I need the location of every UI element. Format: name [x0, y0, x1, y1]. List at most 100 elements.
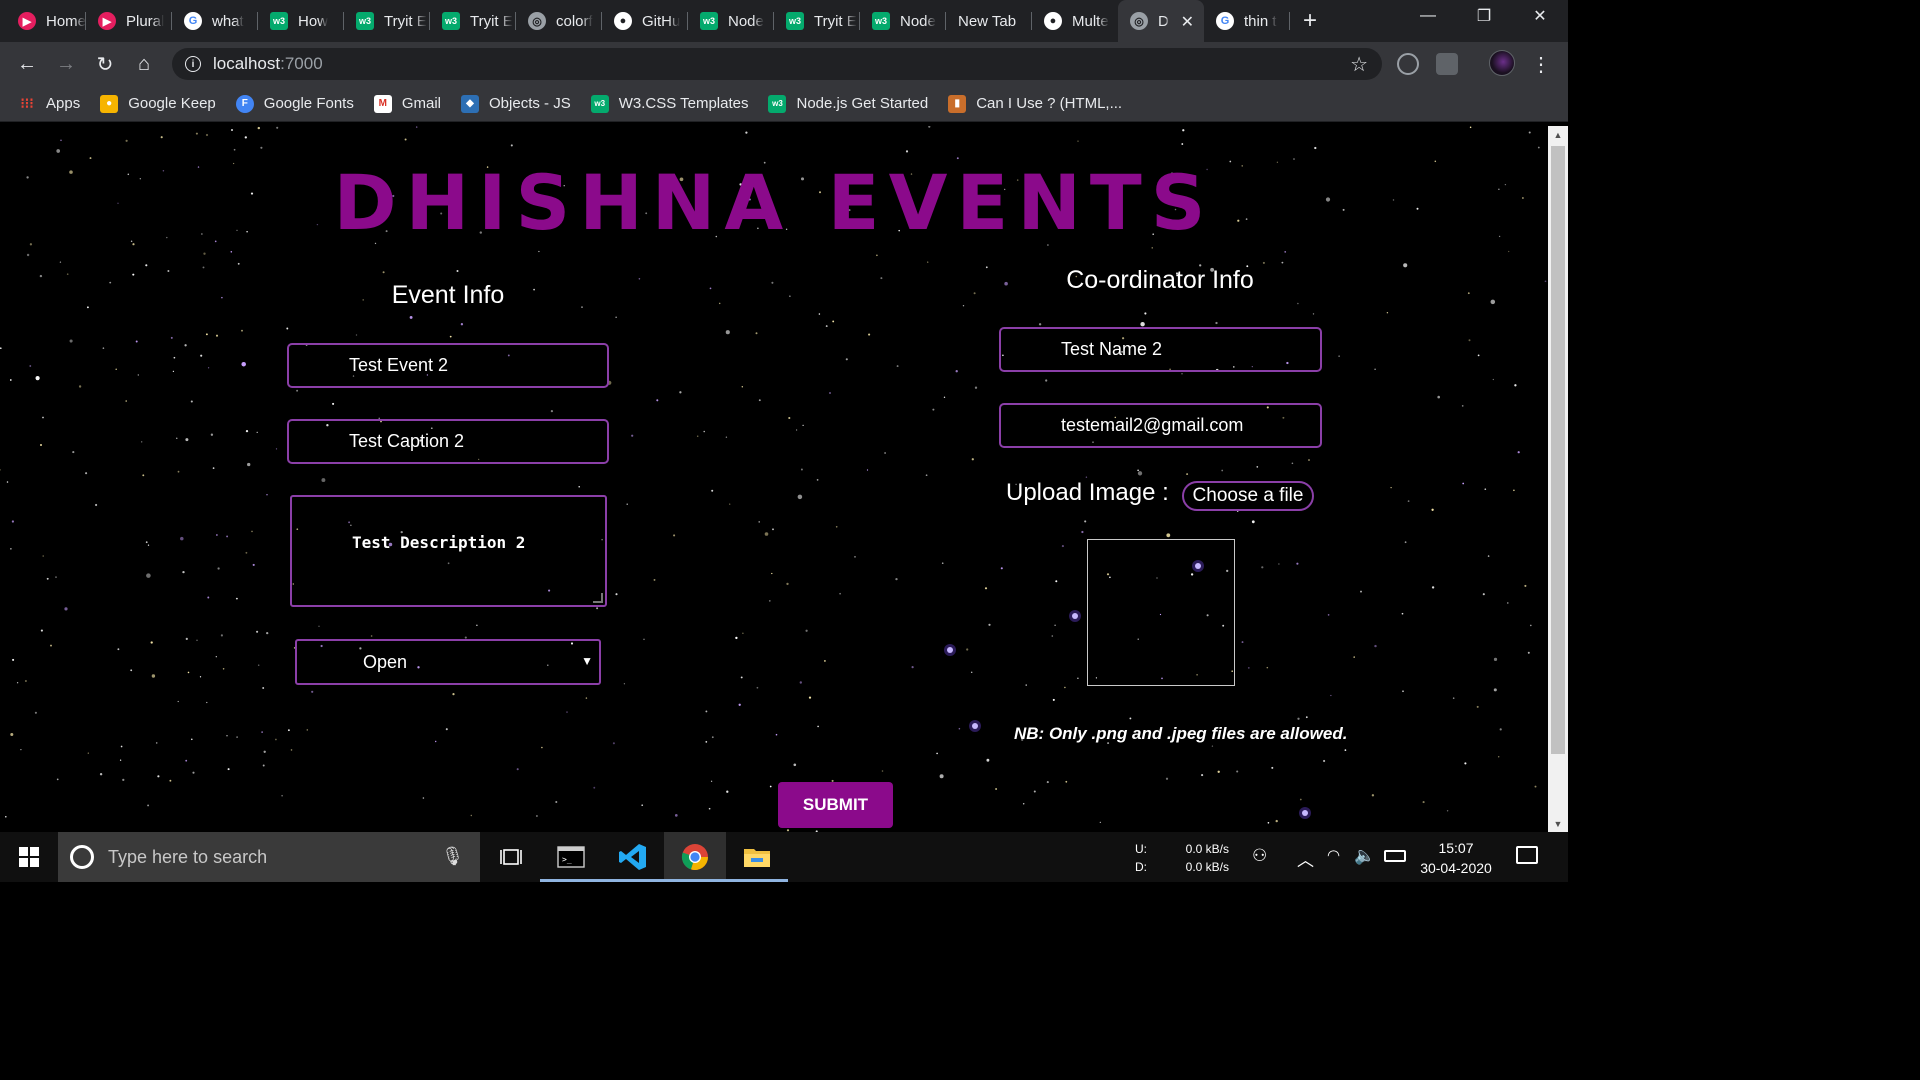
w3schools-icon: w3	[872, 12, 890, 30]
network-speed-labels: U: D:	[1135, 842, 1147, 874]
tab[interactable]: w3 Node	[688, 0, 774, 42]
close-tab-icon[interactable]: ✕	[1181, 12, 1194, 32]
restore-icon[interactable]: ❐	[1456, 0, 1512, 32]
globe-icon: ◎	[528, 12, 546, 30]
tab[interactable]: ● GitHu	[602, 0, 688, 42]
tab[interactable]: New Tab	[946, 0, 1032, 42]
pluralsight-icon: ▶	[18, 12, 36, 30]
dropdown-arrow-icon: ▼	[581, 654, 593, 668]
scroll-thumb[interactable]	[1551, 146, 1565, 754]
new-tab-button[interactable]: +	[1290, 0, 1330, 42]
taskbar-search-box[interactable]: Type here to search 🎙	[58, 832, 480, 882]
profile-avatar[interactable]	[1489, 50, 1515, 76]
browser-toolbar: ← → ↻ ⌂ i localhost:7000 ☆ ⋮	[0, 42, 1568, 86]
minimize-icon[interactable]: —	[1400, 0, 1456, 32]
google-icon: G	[184, 12, 202, 30]
w3schools-icon: w3	[270, 12, 288, 30]
taskbar-clock[interactable]: 15:07 30-04-2020	[1412, 838, 1500, 878]
bookmark-can-i-use[interactable]: ▮ Can I Use ? (HTML,...	[948, 94, 1122, 113]
folder-icon	[744, 849, 770, 867]
taskbar-terminal[interactable]: >_	[540, 832, 602, 882]
bookmark-apps[interactable]: ⁝⁝⁝ Apps	[18, 95, 80, 113]
microphone-icon[interactable]: 🎙	[441, 846, 464, 867]
site-info-icon[interactable]: i	[185, 56, 201, 72]
tab[interactable]: w3 Tryit E	[774, 0, 860, 42]
battery-icon[interactable]	[1384, 850, 1406, 862]
volume-icon[interactable]: 🔈	[1354, 846, 1375, 866]
tab[interactable]: G what	[172, 0, 258, 42]
taskbar-chrome[interactable]	[664, 832, 726, 882]
reload-icon[interactable]: ↻	[91, 50, 119, 78]
taskbar-vscode[interactable]	[602, 832, 664, 882]
bookmark-google-keep[interactable]: ● Google Keep	[100, 94, 216, 113]
submit-button[interactable]: SUBMIT	[778, 782, 893, 828]
image-preview-box	[1087, 539, 1235, 686]
extension-icon[interactable]	[1397, 53, 1419, 75]
event-caption-input[interactable]: Test Caption 2	[287, 419, 609, 464]
windows-logo-icon	[19, 847, 39, 867]
page-scrollbar[interactable]: ▲ ▼	[1548, 126, 1568, 832]
tab-active[interactable]: ◎ D ✕	[1118, 0, 1204, 42]
close-window-icon[interactable]: ✕	[1512, 0, 1568, 32]
svg-text:>_: >_	[562, 855, 572, 864]
scroll-up-arrow-icon[interactable]: ▲	[1548, 126, 1568, 143]
event-name-input[interactable]: Test Event 2	[287, 343, 609, 388]
bookmark-google-fonts[interactable]: F Google Fonts	[235, 94, 354, 113]
caniuse-icon: ▮	[948, 94, 967, 113]
windows-start-button[interactable]	[0, 832, 58, 882]
coordinator-name-input[interactable]: Test Name 2	[999, 327, 1322, 372]
bookmark-star-icon[interactable]: ☆	[1350, 52, 1368, 77]
tab[interactable]: w3 Node	[860, 0, 946, 42]
pluralsight-icon: ▶	[98, 12, 116, 30]
wifi-icon[interactable]: ◠	[1327, 846, 1340, 864]
back-icon[interactable]: ←	[13, 50, 41, 78]
page-viewport: DHISHNA EVENTS Event Info Co-ordinator I…	[0, 126, 1548, 832]
extension-icon[interactable]	[1436, 53, 1458, 75]
upload-image-label: Upload Image :	[1006, 479, 1169, 506]
tab[interactable]: ◎ colorf	[516, 0, 602, 42]
tab[interactable]: ▶ Home	[0, 0, 86, 42]
w3schools-icon: w3	[442, 12, 460, 30]
taskbar-file-explorer[interactable]	[726, 832, 788, 882]
task-view-icon	[500, 849, 522, 865]
bookmark-nodejs-get-started[interactable]: w3 Node.js Get Started	[768, 94, 928, 113]
resize-handle-icon[interactable]	[593, 593, 603, 603]
windows-taskbar: Type here to search 🎙 >_ U: D: 0.0 kB/s …	[0, 832, 1568, 882]
tab[interactable]: G thin t	[1204, 0, 1290, 42]
w3schools-icon: w3	[786, 12, 804, 30]
tab[interactable]: w3 Tryit E	[430, 0, 516, 42]
window-controls: — ❐ ✕	[1400, 0, 1568, 32]
bookmark-w3css-templates[interactable]: w3 W3.CSS Templates	[590, 94, 748, 113]
task-view-button[interactable]	[480, 832, 542, 882]
menu-kebab-icon[interactable]: ⋮	[1527, 50, 1555, 78]
w3schools-icon: w3	[590, 94, 609, 113]
event-info-heading: Event Info	[391, 281, 505, 309]
bookmark-gmail[interactable]: M Gmail	[373, 94, 441, 113]
event-status-select[interactable]: Open ▼	[295, 639, 601, 685]
address-bar[interactable]: i localhost:7000 ☆	[172, 48, 1382, 80]
network-speed-values: 0.0 kB/s 0.0 kB/s	[1185, 842, 1229, 874]
tab[interactable]: ▶ Plural	[86, 0, 172, 42]
action-center-icon[interactable]	[1516, 846, 1538, 864]
bookmark-objects-js[interactable]: ◆ Objects - JS	[461, 94, 571, 113]
google-icon: G	[1216, 12, 1234, 30]
vscode-icon	[619, 844, 646, 870]
show-hidden-icons-chevron-icon[interactable]: ︿	[1297, 846, 1314, 871]
people-icon[interactable]: ⚇	[1252, 846, 1267, 866]
google-keep-icon: ●	[100, 94, 119, 113]
forward-icon[interactable]: →	[52, 50, 80, 78]
w3schools-icon: w3	[700, 12, 718, 30]
github-icon: ●	[614, 12, 632, 30]
page-title: DHISHNA EVENTS	[333, 158, 1215, 247]
choose-file-button[interactable]: Choose a file	[1182, 481, 1314, 511]
apps-grid-icon: ⁝⁝⁝	[20, 95, 34, 111]
tab[interactable]: w3 Tryit E	[344, 0, 430, 42]
home-icon[interactable]: ⌂	[130, 50, 158, 78]
coordinator-email-input[interactable]: testemail2@gmail.com	[999, 403, 1322, 448]
tab[interactable]: w3 How	[258, 0, 344, 42]
gmail-icon: M	[373, 94, 392, 113]
tab[interactable]: ● Multe	[1032, 0, 1118, 42]
scroll-down-arrow-icon[interactable]: ▼	[1548, 815, 1568, 832]
file-type-note: NB: Only .png and .jpeg files are allowe…	[1014, 724, 1348, 743]
event-description-textarea[interactable]: Test Description 2	[290, 495, 607, 607]
